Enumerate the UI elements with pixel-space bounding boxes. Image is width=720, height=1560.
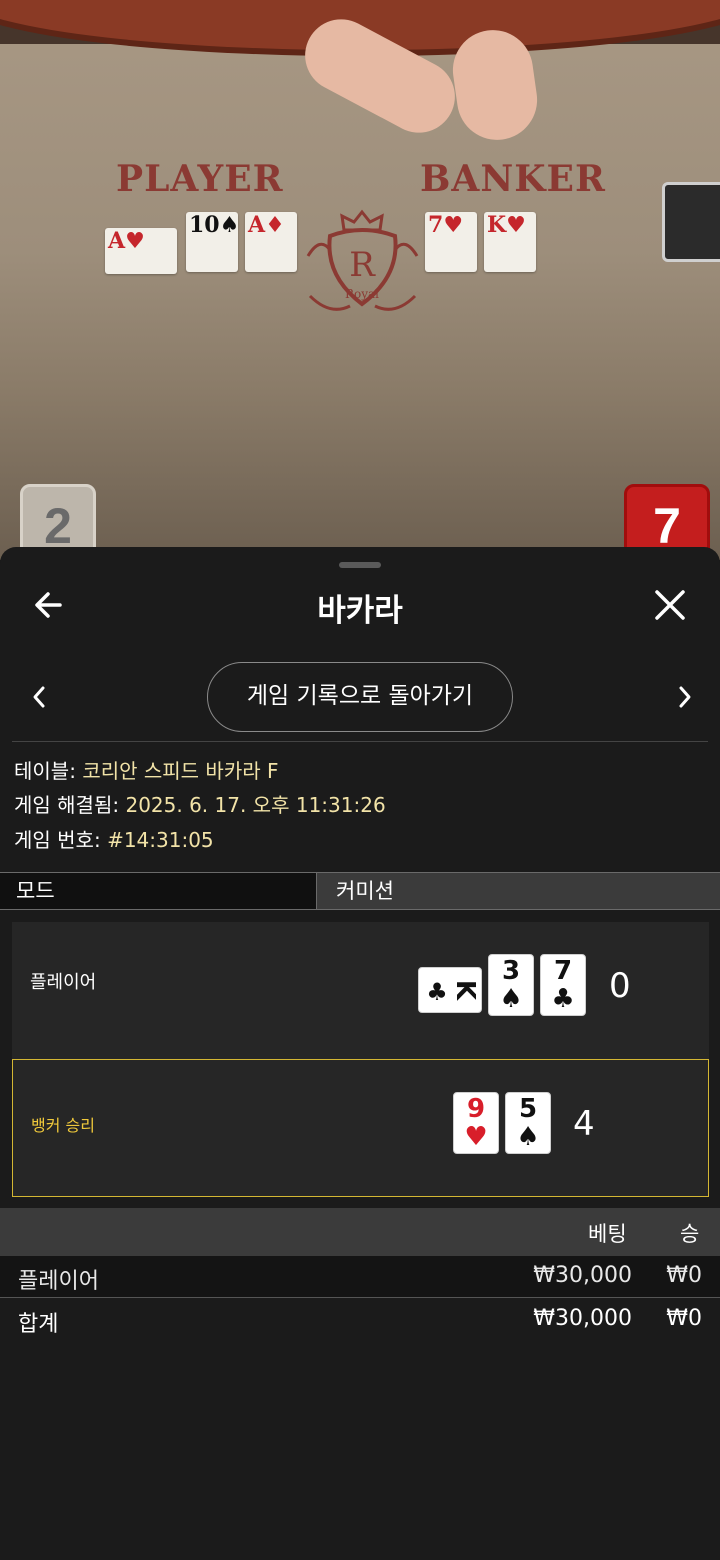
- card-shoe: [662, 182, 720, 262]
- total-bet-amount: ₩30,000: [533, 1306, 632, 1331]
- bet-amount: ₩30,000: [533, 1263, 632, 1288]
- playing-card: 3 ♠: [488, 954, 534, 1016]
- banker-hand-score: 4: [573, 1104, 595, 1144]
- royal-emblem-icon: R Royal: [306, 209, 419, 311]
- table-row: 플레이어 ₩30,000 ₩0: [0, 1256, 720, 1298]
- bet-type: 플레이어: [18, 1269, 99, 1294]
- playing-card: 7 ♣: [540, 954, 586, 1016]
- table-card: A♦: [245, 212, 297, 272]
- win-amount: ₩0: [666, 1263, 702, 1288]
- table-info-value: 코리안 스피드 바카라 F: [82, 759, 279, 783]
- column-header-bet: 베팅: [588, 1222, 627, 1246]
- player-hand-score: 0: [609, 966, 631, 1006]
- table-banker-label: BANKER: [420, 158, 606, 200]
- resolved-info-label: 게임 해결됨:: [14, 793, 120, 817]
- svg-text:R: R: [349, 245, 376, 285]
- column-header-win: 승: [680, 1222, 700, 1246]
- total-win-amount: ₩0: [666, 1306, 702, 1331]
- total-label: 합계: [18, 1312, 59, 1337]
- resolved-info: 게임 해결됨: 2025. 6. 17. 오후 11:31:26: [14, 793, 386, 817]
- resolved-info-value: 2025. 6. 17. 오후 11:31:26: [125, 793, 386, 817]
- playing-card: 5 ♠: [505, 1092, 551, 1154]
- table-card: A♥: [105, 228, 177, 274]
- tab-mode[interactable]: 모드: [0, 873, 317, 909]
- next-round-button[interactable]: [670, 677, 698, 717]
- game-number-value: #14:31:05: [107, 828, 214, 852]
- table-card: K♥: [484, 212, 536, 272]
- playing-card: 9 ♥: [453, 1092, 499, 1154]
- banker-result-label: 뱅커 승리: [31, 1116, 95, 1135]
- sheet-header: 바카라: [0, 577, 720, 633]
- round-navigation: 게임 기록으로 돌아가기: [0, 661, 720, 733]
- table-info-label: 테이블:: [14, 759, 76, 783]
- close-button[interactable]: [650, 583, 690, 627]
- chevron-right-icon: [679, 686, 691, 708]
- svg-text:Royal: Royal: [345, 287, 379, 301]
- divider: [12, 741, 708, 742]
- chevron-left-icon: [33, 686, 45, 708]
- tab-commission[interactable]: 커미션: [318, 873, 720, 909]
- previous-round-button[interactable]: [26, 677, 54, 717]
- table-card: 10♠: [186, 212, 239, 272]
- sheet-drag-handle[interactable]: [339, 562, 381, 568]
- total-row: 합계 ₩30,000 ₩0: [0, 1299, 720, 1341]
- game-number-label: 게임 번호:: [14, 828, 101, 852]
- table-info: 테이블: 코리안 스피드 바카라 F: [14, 759, 279, 783]
- playing-card: ♣ K: [418, 967, 482, 1013]
- table-player-label: PLAYER: [116, 158, 284, 200]
- game-history-sheet: 바카라 게임 기록으로 돌아가기 테이블: 코리안 스피드 바카라 F 게임 해…: [0, 547, 720, 1560]
- live-video-feed: PLAYER BANKER A♥ 10♠ A♦ 7♥ K♥ R Royal 2 …: [0, 0, 720, 560]
- bets-table-header: 베팅 승: [0, 1208, 720, 1256]
- detail-tabs: 모드 커미션: [0, 872, 720, 910]
- return-to-history-button[interactable]: 게임 기록으로 돌아가기: [207, 662, 513, 732]
- player-result-label: 플레이어: [30, 972, 97, 993]
- game-number-info: 게임 번호: #14:31:05: [14, 828, 214, 852]
- player-result-row: 플레이어 ♣ K 3 ♠ 7 ♣ 0: [12, 922, 709, 1060]
- table-card: 7♥: [425, 212, 477, 272]
- page-title: 바카라: [317, 593, 403, 629]
- close-icon: [655, 590, 685, 620]
- banker-result-row: 뱅커 승리 9 ♥ 5 ♠ 4: [12, 1059, 709, 1197]
